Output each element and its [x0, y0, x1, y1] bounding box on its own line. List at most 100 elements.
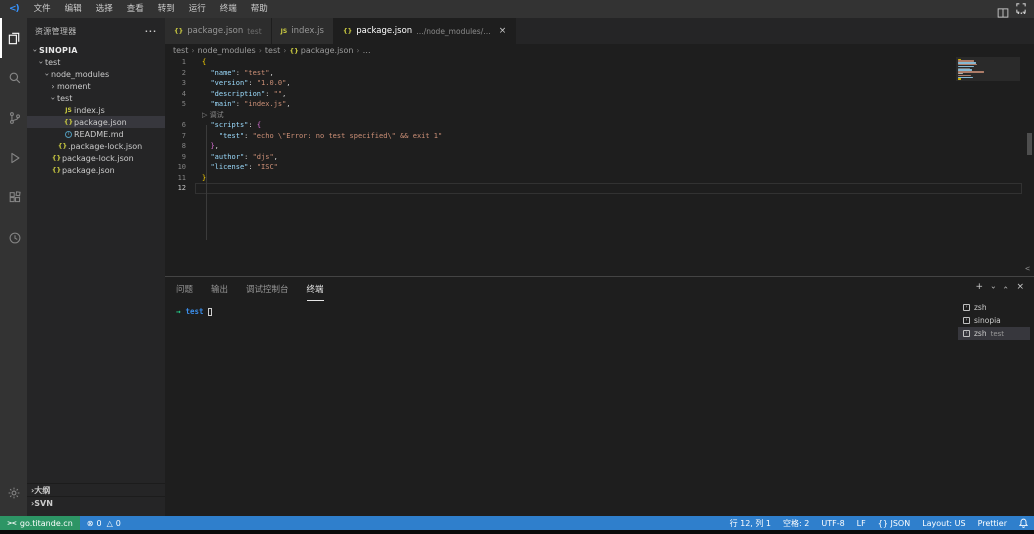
section-大纲[interactable]: ›大纲	[27, 483, 165, 496]
token-brace1: {	[202, 58, 206, 66]
terminal-prompt-line[interactable]: → test	[176, 307, 212, 316]
token-str: ""	[274, 90, 282, 98]
maximize-panel-icon[interactable]: ›	[1001, 285, 1010, 288]
tree-item-sinopia[interactable]: ›SINOPIA	[27, 44, 165, 56]
tree-item-package-lock-json[interactable]: {}package-lock.json	[27, 152, 165, 164]
scrollbar-thumb[interactable]	[1027, 133, 1032, 155]
run-debug-icon	[8, 151, 22, 165]
token-plain	[202, 132, 219, 140]
terminal-profile-dropdown-icon[interactable]: ›	[989, 285, 998, 288]
remote-icon: ><	[7, 519, 16, 527]
breadcrumb-item[interactable]: test	[173, 46, 188, 55]
code-line-content: "version": "1.0.0",	[195, 78, 1034, 89]
token-plain: ,	[286, 100, 290, 108]
breadcrumb-item[interactable]: node_modules	[198, 46, 256, 55]
breadcrumb-item[interactable]: test	[265, 46, 280, 55]
tree-item--package-lock-json[interactable]: {}.package-lock.json	[27, 140, 165, 152]
remote-indicator[interactable]: >< go.titande.cn	[0, 516, 80, 530]
token-key: "description"	[210, 90, 265, 98]
line-number: 2	[165, 68, 195, 79]
panel-tab-终端[interactable]: 终端	[307, 277, 324, 301]
code-line[interactable]: 2 "name": "test",	[165, 68, 1034, 79]
more-actions-icon[interactable]: ···	[1017, 9, 1026, 18]
code-line[interactable]: 7 "test": "echo \"Error: no test specifi…	[165, 131, 1034, 142]
error-icon: ⊗	[87, 519, 94, 528]
panel-tab-输出[interactable]: 输出	[211, 277, 228, 301]
tree-item-package-json[interactable]: {}package.json	[27, 116, 165, 128]
chevron-down-icon: ›	[49, 94, 58, 102]
status-item-7[interactable]: Prettier	[978, 519, 1007, 528]
new-terminal-icon[interactable]: +	[976, 282, 984, 292]
tab-package-json-1[interactable]: {}package.jsontest	[165, 18, 272, 44]
menu-item-7[interactable]: 终端	[213, 0, 244, 18]
code-line[interactable]: 3 "version": "1.0.0",	[165, 78, 1034, 89]
terminal-instance-zsh[interactable]: ›zsh	[958, 301, 1030, 314]
terminal-icon: ›	[963, 304, 970, 311]
token-brace2: {	[257, 121, 261, 129]
section-svn[interactable]: ›SVN	[27, 496, 165, 509]
close-panel-icon[interactable]: ×	[1016, 282, 1024, 292]
menu-item-6[interactable]: 运行	[182, 0, 213, 18]
activity-item-remote-run[interactable]	[0, 218, 27, 258]
terminal-instance-sinopia[interactable]: ›sinopia	[958, 314, 1030, 327]
panel-tab-调试控制台[interactable]: 调试控制台	[246, 277, 289, 301]
status-item-3[interactable]: UTF-8	[821, 519, 844, 528]
code-line[interactable]: 1{	[165, 57, 1034, 68]
tab-close-icon[interactable]: ×	[499, 26, 507, 36]
token-plain: :	[248, 121, 256, 129]
tree-item-node-modules[interactable]: ›node_modules	[27, 68, 165, 80]
tree-item-package-json[interactable]: {}package.json	[27, 164, 165, 176]
status-item-1[interactable]: 行 12, 列 1	[730, 518, 771, 529]
code-line[interactable]: 11}	[165, 173, 1034, 184]
token-plain: :	[265, 90, 273, 98]
menu-item-1[interactable]: 文件	[27, 0, 58, 18]
code-editor[interactable]: < 1{2 "name": "test",3 "version": "1.0.0…	[165, 57, 1034, 276]
tree-item-test[interactable]: ›test	[27, 92, 165, 104]
menu-item-3[interactable]: 选择	[89, 0, 120, 18]
chevron-left-icon[interactable]: <	[1025, 264, 1030, 275]
breadcrumb-item[interactable]: {}package.json	[289, 46, 353, 55]
activity-item-explorer[interactable]	[0, 18, 27, 58]
terminal-instance-zsh-test[interactable]: ›zshtest	[958, 327, 1030, 340]
menu-item-5[interactable]: 转到	[151, 0, 182, 18]
menu-item-2[interactable]: 编辑	[58, 0, 89, 18]
activity-item-run-debug[interactable]	[0, 138, 27, 178]
split-editor-icon[interactable]	[997, 7, 1009, 19]
status-item-4[interactable]: LF	[857, 519, 866, 528]
code-line[interactable]: 5 "main": "index.js",	[165, 99, 1034, 110]
status-item-2[interactable]: 空格: 2	[783, 518, 809, 529]
menu-bar: 文件编辑选择查看转到运行终端帮助	[27, 0, 275, 18]
menu-item-8[interactable]: 帮助	[244, 0, 275, 18]
activity-item-extensions[interactable]	[0, 178, 27, 218]
code-line[interactable]: 6 "scripts": {	[165, 120, 1034, 131]
activity-item-source-control[interactable]	[0, 98, 27, 138]
minimap[interactable]	[956, 57, 1020, 276]
bell-icon[interactable]	[1019, 518, 1028, 528]
status-item-5[interactable]: {} JSON	[878, 519, 910, 528]
activity-item-search[interactable]	[0, 58, 27, 98]
panel-tab-问题[interactable]: 问题	[176, 277, 193, 301]
problems-indicator[interactable]: ⊗ 0 △ 0	[87, 519, 121, 528]
tab-index-js-2[interactable]: JSindex.js	[272, 18, 334, 44]
line-number: 11	[165, 173, 195, 184]
line-number: 8	[165, 141, 195, 152]
code-line[interactable]: 10 "license": "ISC"	[165, 162, 1034, 173]
codelens-row[interactable]: ▷ 调试	[165, 110, 1034, 121]
activity-item-settings[interactable]	[0, 476, 27, 510]
code-line[interactable]: 9 "author": "djs",	[165, 152, 1034, 163]
sidebar-more-actions-icon[interactable]: ···	[145, 27, 157, 36]
tree-item-index-js[interactable]: JSindex.js	[27, 104, 165, 116]
code-line[interactable]: 12	[165, 183, 1034, 194]
codelens-debug-link[interactable]: ▷ 调试	[195, 110, 1034, 121]
status-item-6[interactable]: Layout: US	[922, 519, 965, 528]
code-line[interactable]: 8 },	[165, 141, 1034, 152]
tree-item-moment[interactable]: ›moment	[27, 80, 165, 92]
code-line[interactable]: 4 "description": "",	[165, 89, 1034, 100]
tree-item-readme-md[interactable]: iREADME.md	[27, 128, 165, 140]
breadcrumb-item[interactable]: …	[363, 46, 371, 55]
tree-item-test[interactable]: ›test	[27, 56, 165, 68]
terminal-icon: ›	[963, 317, 970, 324]
bottom-panel: 问题输出调试控制台终端 +››× → test ›zsh›sinopia›zsh…	[165, 276, 1034, 516]
menu-item-4[interactable]: 查看	[120, 0, 151, 18]
tab-package-json-3[interactable]: {}package.json…/node_modules/…×	[334, 18, 516, 44]
